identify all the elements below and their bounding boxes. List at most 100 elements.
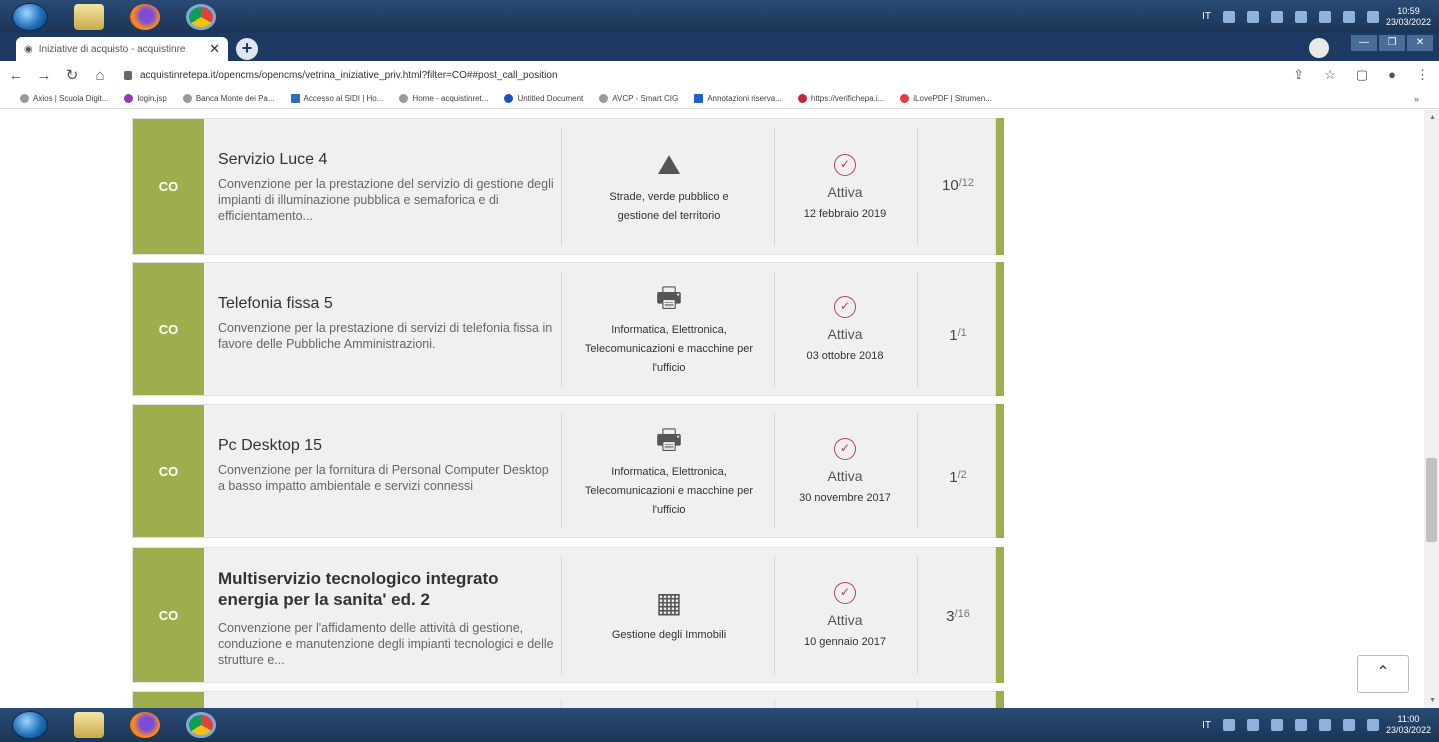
bookmark-item[interactable]: Axios | Scuola Digit... (20, 94, 108, 103)
lots-count: 3/16 (923, 548, 993, 682)
tray-icon[interactable] (1247, 719, 1259, 731)
firefox-icon[interactable] (130, 712, 160, 738)
scrollbar-thumb[interactable] (1426, 458, 1437, 542)
network-icon[interactable] (1295, 719, 1307, 731)
start-button[interactable] (12, 2, 48, 31)
chrome-icon[interactable] (186, 712, 216, 738)
card-accent-bar (996, 118, 1004, 255)
initiative-card[interactable]: CO Multiservizio tecnologico integrato e… (132, 547, 1004, 683)
scroll-up-arrow-icon[interactable]: ▲ (1429, 114, 1436, 121)
divider (561, 127, 562, 246)
forward-arrow-icon[interactable]: → (32, 67, 56, 84)
bookmark-item[interactable]: Annotazioni riserva... (694, 94, 782, 103)
bookmark-item[interactable]: Banca Monte dei Pa... (182, 94, 275, 103)
new-tab-button[interactable]: + (236, 38, 258, 60)
divider (917, 700, 918, 708)
profile-icon[interactable]: ● (1388, 67, 1396, 83)
initiative-category: ▦ Gestione degli Immobili (571, 548, 767, 682)
back-to-top-button[interactable]: ⌃ (1357, 655, 1409, 693)
firefox-icon[interactable] (130, 3, 160, 30)
initiative-title[interactable]: Telefonia fissa 5 (218, 293, 558, 314)
page-scrollbar[interactable]: ▲ ▼ (1424, 110, 1439, 708)
side-panel-icon[interactable]: ▢ (1356, 67, 1368, 83)
status-label: Attiva (827, 326, 863, 342)
share-icon[interactable]: ⇪ (1293, 67, 1304, 83)
category-label: Informatica, Elettronica, Telecomunicazi… (584, 465, 754, 516)
url-text[interactable]: acquistinretepa.it/opencms/opencms/vetri… (140, 70, 558, 81)
initiative-card[interactable]: CO Telefonia fissa 5 Convenzione per la … (132, 262, 1004, 396)
language-indicator[interactable]: IT (1202, 11, 1211, 22)
network-icon[interactable] (1295, 10, 1307, 23)
bookmarks-overflow-button[interactable]: » (1414, 94, 1419, 104)
language-indicator[interactable]: IT (1202, 720, 1211, 731)
status-date: 12 febbraio 2019 (803, 207, 887, 220)
status-date: 10 gennaio 2017 (804, 636, 886, 648)
tray-icon[interactable] (1223, 10, 1235, 23)
bookmark-item[interactable]: Home - acquistinret... (399, 94, 488, 103)
check-circle-icon: ✓ (834, 438, 856, 460)
initiative-category: ⛰ Strade, verde pubblico e gestione del … (571, 119, 767, 254)
initiative-title[interactable]: Pc Desktop 15 (218, 435, 558, 456)
address-bar[interactable]: acquistinretepa.it/opencms/opencms/vetri… (124, 70, 558, 81)
bookmark-item[interactable]: Accesso al SIDI | Ho... (290, 94, 384, 103)
bookmark-item[interactable]: iLovePDF | Strumen... (900, 94, 992, 103)
close-window-button[interactable]: ✕ (1407, 35, 1433, 51)
divider (561, 271, 562, 387)
initiative-description: Convenzione per la prestazione del servi… (218, 177, 554, 223)
bookmarks-bar: Axios | Scuola Digit... login.jsp Banca … (0, 89, 1439, 109)
initiative-card[interactable]: CO Pc Desktop 15 Convenzione per la forn… (132, 404, 1004, 538)
close-tab-icon[interactable]: ✕ (209, 41, 220, 57)
tab-search-icon[interactable] (1309, 38, 1329, 58)
tray-icon[interactable] (1271, 719, 1283, 731)
restore-button[interactable]: ❐ (1379, 35, 1405, 51)
check-circle-icon: ✓ (834, 296, 856, 318)
check-circle-icon: ✓ (834, 153, 856, 176)
bookmark-label: login.jsp (137, 94, 167, 103)
scroll-down-arrow-icon[interactable]: ▼ (1429, 697, 1436, 704)
bookmark-item[interactable]: https://verifichepa.i... (797, 94, 884, 103)
clock-date: 23/03/2022 (1385, 16, 1431, 27)
page-viewport: CO Servizio Luce 4 Convenzione per la pr… (0, 110, 1424, 708)
back-arrow-icon[interactable]: ← (4, 67, 28, 84)
initiative-category: 🖶 Informatica, Elettronica, Telecomunica… (571, 405, 767, 537)
globe-icon (399, 94, 409, 103)
initiative-info: Pc Desktop 15 Convenzione per la fornitu… (218, 435, 558, 494)
volume-icon[interactable] (1367, 719, 1379, 731)
bookmark-label: Accesso al SIDI | Ho... (303, 94, 384, 103)
minimize-button[interactable]: — (1351, 35, 1377, 51)
file-explorer-icon[interactable] (74, 712, 104, 738)
flag-icon[interactable] (1319, 10, 1331, 23)
browser-tab[interactable]: ◉ Iniziative di acquisto - acquistinre ✕ (16, 37, 228, 61)
flag-icon[interactable] (1319, 719, 1331, 731)
favicon-icon (20, 94, 29, 103)
card-accent-bar (996, 547, 1004, 683)
clock[interactable]: 10:59 23/03/2022 (1386, 6, 1431, 28)
start-button[interactable] (12, 711, 48, 739)
divider (917, 556, 918, 674)
volume-icon[interactable] (1367, 10, 1379, 23)
window-controls: — ❐ ✕ (1351, 35, 1433, 51)
bookmark-item[interactable]: Untitled Document (504, 94, 583, 103)
initiative-card[interactable] (132, 691, 1004, 708)
home-icon[interactable]: ⌂ (88, 67, 112, 84)
initiative-title[interactable]: Servizio Luce 4 (218, 149, 558, 170)
initiative-title[interactable]: Multiservizio tecnologico integrato ener… (218, 568, 538, 610)
menu-kebab-icon[interactable]: ⋮ (1416, 67, 1429, 83)
power-icon[interactable] (1343, 10, 1355, 23)
tray-icon[interactable] (1247, 10, 1259, 23)
clock[interactable]: 11:00 23/03/2022 (1386, 714, 1431, 736)
chrome-icon[interactable] (186, 3, 216, 30)
favicon-icon (797, 94, 807, 103)
reload-icon[interactable]: ↻ (60, 66, 84, 84)
bookmark-item[interactable]: login.jsp (124, 94, 167, 103)
os-taskbar-bottom: IT 11:00 23/03/2022 (0, 708, 1439, 742)
bookmark-star-icon[interactable]: ☆ (1324, 67, 1336, 83)
file-explorer-icon[interactable] (74, 3, 104, 30)
status-date: 03 ottobre 2018 (806, 350, 884, 362)
power-icon[interactable] (1343, 719, 1355, 731)
bookmark-item[interactable]: AVCP - Smart CIG (599, 94, 678, 103)
tray-icon[interactable] (1271, 10, 1283, 23)
initiative-card[interactable]: CO Servizio Luce 4 Convenzione per la pr… (132, 118, 1004, 255)
lock-icon[interactable] (124, 70, 132, 80)
tray-icon[interactable] (1223, 719, 1235, 731)
